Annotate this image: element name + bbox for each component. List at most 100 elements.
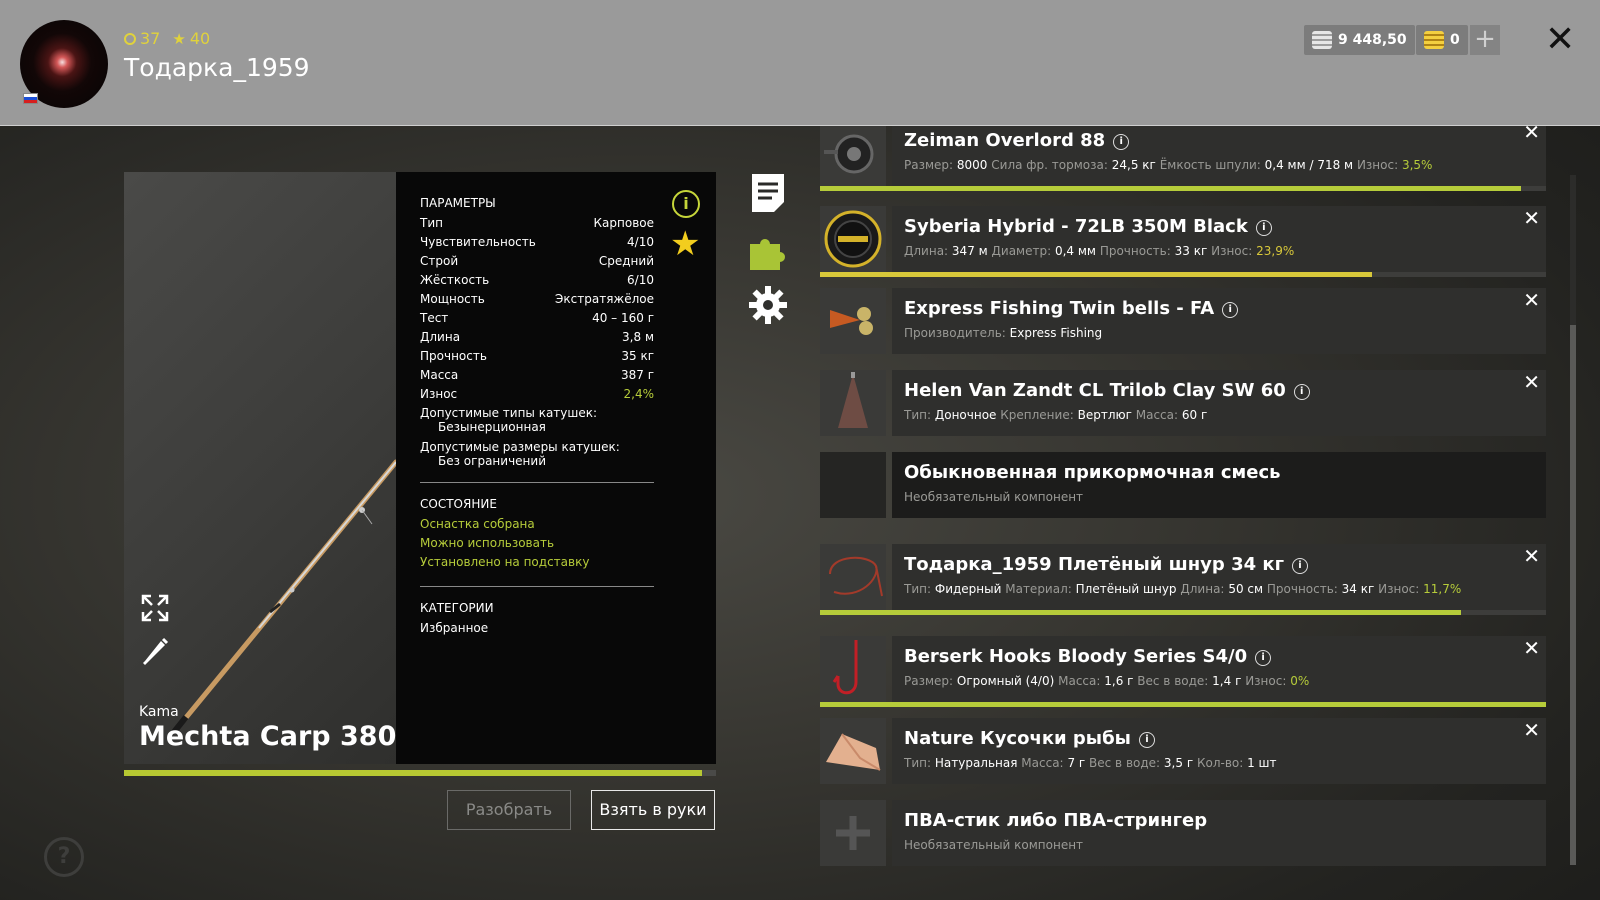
item-specs: Тип: Доночное Крепление: Вертлюг Масса: … xyxy=(904,408,1546,422)
close-button[interactable]: ✕ xyxy=(1545,20,1575,60)
remove-icon[interactable]: ✕ xyxy=(1523,718,1540,742)
top-bar: 37 ★ 40 Тодарка_1959 9 448,50 0 + ✕ xyxy=(0,0,1600,126)
spec-label: Размер: xyxy=(904,674,954,688)
spec-label: Тип: xyxy=(904,756,932,770)
list-item-line[interactable]: Syberia Hybrid - 72LB 350M Black i Длина:… xyxy=(820,206,1546,272)
item-wear-bar xyxy=(820,272,1546,277)
help-button[interactable]: ? xyxy=(44,837,84,877)
spec-value: Вертлюг xyxy=(1077,408,1132,422)
list-item-sinker[interactable]: Helen Van Zandt CL Trilob Clay SW 60 i Ти… xyxy=(820,370,1546,436)
spec-label: Износ: xyxy=(1211,244,1253,258)
list-item-leader[interactable]: Тодарка_1959 Плетёный шнур 34 кг i Тип: Ф… xyxy=(820,544,1546,610)
spec-label: Кол-во: xyxy=(1196,756,1244,770)
spec-label: Тип: xyxy=(904,408,932,422)
parameter-value: 6/10 xyxy=(627,273,654,287)
remove-icon[interactable]: ✕ xyxy=(1523,544,1540,568)
spec-value: 60 г xyxy=(1181,408,1208,422)
gear-icon[interactable] xyxy=(748,285,788,325)
disassemble-button[interactable]: Разобрать xyxy=(447,790,571,830)
plus-icon xyxy=(836,816,870,850)
info-icon[interactable]: i xyxy=(1222,302,1239,318)
rod-condition-bar xyxy=(124,770,716,776)
fish-chunk-icon xyxy=(826,733,881,771)
item-specs: Размер: Огромный (4/0) Масса: 1,6 г Вес … xyxy=(904,674,1546,688)
spec-label: Длина: xyxy=(904,244,949,258)
info-icon[interactable]: i xyxy=(1138,732,1155,748)
item-content: Nature Кусочки рыбы i Тип: Натуральная Ма… xyxy=(892,718,1546,784)
info-icon[interactable]: i xyxy=(1255,220,1272,236)
line-thumbnail xyxy=(820,206,886,272)
add-currency-button[interactable]: + xyxy=(1470,25,1500,55)
remove-icon[interactable]: ✕ xyxy=(1523,288,1540,312)
spec-value: 8000 xyxy=(956,158,988,172)
categories-value: Избранное xyxy=(420,619,654,638)
remove-icon[interactable]: ✕ xyxy=(1523,206,1540,230)
spec-label: Размер: xyxy=(904,158,954,172)
scrollbar[interactable] xyxy=(1570,175,1576,865)
item-content: Zeiman Overlord 88 i Размер: 8000 Сила фр… xyxy=(892,126,1546,186)
leader-thumbnail xyxy=(820,544,886,610)
list-item-reel[interactable]: Zeiman Overlord 88 i Размер: 8000 Сила фр… xyxy=(820,126,1546,186)
spec-value: Огромный (4/0) xyxy=(956,674,1055,688)
info-icon[interactable]: i xyxy=(672,190,700,218)
item-name: Обыкновенная прикормочная смесь xyxy=(904,462,1281,483)
info-icon[interactable]: i xyxy=(1113,134,1130,150)
gold-value: 0 xyxy=(1450,32,1460,48)
reel-sizes: Допустимые размеры катушек: Без ограниче… xyxy=(420,440,716,468)
list-item-bait[interactable]: Nature Кусочки рыбы i Тип: Натуральная Ма… xyxy=(820,718,1546,784)
parameter-label: Длина xyxy=(420,330,461,344)
spec-value: Натуральная xyxy=(934,756,1018,770)
list-item-pva-slot[interactable]: ПВА-стик либо ПВА-стрингер Необязательны… xyxy=(820,800,1546,866)
remove-icon[interactable]: ✕ xyxy=(1523,126,1540,144)
item-title: Тодарка_1959 Плетёный шнур 34 кг i xyxy=(904,553,1546,577)
add-slot-thumbnail[interactable] xyxy=(820,800,886,866)
info-icon[interactable]: i xyxy=(1255,650,1272,666)
item-name: Тодарка_1959 Плетёный шнур 34 кг xyxy=(904,554,1285,575)
parameter-label: Прочность xyxy=(420,349,487,363)
item-content: Тодарка_1959 Плетёный шнур 34 кг i Тип: Ф… xyxy=(892,544,1546,610)
info-icon[interactable]: i xyxy=(1292,558,1309,574)
notes-icon[interactable] xyxy=(748,172,788,212)
rank-star-icon: ★ xyxy=(172,30,186,48)
list-item-hook[interactable]: Berserk Hooks Bloody Series S4/0 i Размер… xyxy=(820,636,1546,702)
spec-value: 0% xyxy=(1290,674,1310,688)
parameter-value: Экстратяжёлое xyxy=(555,292,654,306)
item-wear-bar xyxy=(820,610,1546,615)
categories-title: КАТЕГОРИИ xyxy=(420,601,494,615)
parameter-value: 40 – 160 г xyxy=(592,311,654,325)
remove-icon[interactable]: ✕ xyxy=(1523,636,1540,660)
item-content: Helen Van Zandt CL Trilob Clay SW 60 i Ти… xyxy=(892,370,1546,436)
remove-icon[interactable]: ✕ xyxy=(1523,370,1540,394)
item-wear-fill xyxy=(820,610,1462,615)
list-item-groundbait-slot[interactable]: Обыкновенная прикормочная смесь Необязат… xyxy=(820,452,1546,518)
spec-value: 0,4 мм xyxy=(1054,244,1096,258)
bells-icon xyxy=(830,307,873,335)
item-content: Обыкновенная прикормочная смесь Необязат… xyxy=(892,452,1546,518)
expand-icon[interactable] xyxy=(139,592,171,624)
puzzle-icon[interactable] xyxy=(748,230,788,270)
parameter-value: 4/10 xyxy=(627,235,654,249)
level-icon xyxy=(124,33,136,45)
tackle-list[interactable]: Zeiman Overlord 88 i Размер: 8000 Сила фр… xyxy=(820,126,1548,900)
take-in-hands-button[interactable]: Взять в руки xyxy=(591,790,715,830)
spec-value: 33 кг xyxy=(1174,244,1208,258)
item-wear-fill xyxy=(820,186,1521,191)
item-specs: Тип: Фидерный Материал: Плетёный шнур Дл… xyxy=(904,582,1546,596)
item-note: Необязательный компонент xyxy=(904,838,1084,852)
pencil-icon[interactable] xyxy=(139,635,171,667)
spec-value: 1,6 г xyxy=(1104,674,1134,688)
parameter-row: Строй Средний xyxy=(420,252,654,271)
favorite-star-icon[interactable]: ★ xyxy=(670,226,700,262)
item-specs: Тип: Натуральная Масса: 7 г Вес в воде: … xyxy=(904,756,1546,770)
parameter-row: Масса 387 г xyxy=(420,366,654,385)
item-name: Express Fishing Twin bells - FA xyxy=(904,298,1215,319)
item-content: Berserk Hooks Bloody Series S4/0 i Размер… xyxy=(892,636,1546,702)
item-wear-fill xyxy=(820,272,1373,277)
info-icon[interactable]: i xyxy=(1293,384,1310,400)
parameter-label: Строй xyxy=(420,254,459,268)
rod-name: Mechta Carp 380 xyxy=(139,721,397,752)
reel-types-value: Безынерционная xyxy=(438,420,546,434)
scrollbar-thumb[interactable] xyxy=(1570,325,1576,865)
rank-value: 40 xyxy=(189,29,211,48)
list-item-bells[interactable]: Express Fishing Twin bells - FA i Произво… xyxy=(820,288,1546,354)
